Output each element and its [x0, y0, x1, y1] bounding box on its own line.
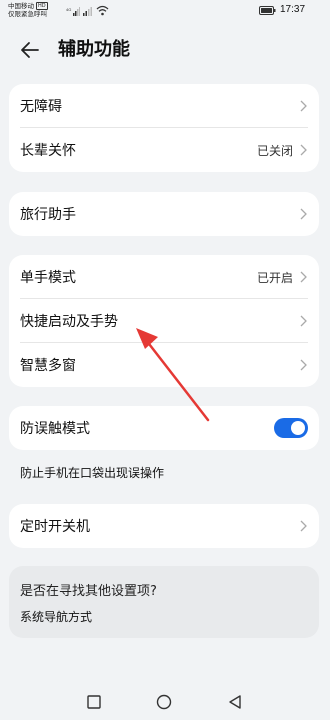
clock: 17:37 [280, 4, 306, 15]
hd-badge: HD [36, 2, 48, 10]
item-label: 定时开关机 [20, 519, 90, 535]
settings-group-gestures: 单手模式 已开启 快捷启动及手势 智慧多窗 [9, 255, 319, 387]
item-label: 防误触模式 [20, 421, 90, 437]
settings-item-elder-care[interactable]: 长辈关怀 已关闭 [9, 128, 319, 172]
signal-icon-secondary [83, 7, 92, 16]
status-bar: 中国移动 HD 仅限紧急呼叫 4G 17:37 [0, 0, 330, 24]
suggestion-card: 是否在寻找其他设置项? 系统导航方式 [9, 566, 319, 638]
chevron-right-icon [300, 144, 307, 156]
chevron-right-icon [300, 359, 307, 371]
toggle-knob [291, 421, 305, 435]
chevron-right-icon [300, 271, 307, 283]
accidental-touch-description: 防止手机在口袋出现误操作 [20, 466, 165, 480]
square-recent-icon[interactable] [87, 695, 101, 709]
settings-item-one-hand-mode[interactable]: 单手模式 已开启 [9, 255, 319, 299]
accidental-touch-toggle[interactable] [274, 418, 308, 438]
page-title: 辅助功能 [58, 39, 130, 60]
carrier-status: 仅限紧急呼叫 [8, 10, 47, 18]
suggestion-link[interactable]: 系统导航方式 [20, 608, 92, 625]
signal-icon: 4G [66, 7, 80, 16]
chevron-right-icon [300, 100, 307, 112]
system-nav-bar [0, 688, 330, 720]
chevron-right-icon [300, 315, 307, 327]
item-label: 单手模式 [20, 270, 76, 286]
settings-item-scheduled-power[interactable]: 定时开关机 [9, 504, 319, 548]
settings-group-accessibility: 无障碍 长辈关怀 已关闭 [9, 84, 319, 172]
item-label: 长辈关怀 [20, 143, 76, 159]
settings-item-travel-assistant[interactable]: 旅行助手 [9, 192, 319, 236]
item-label: 快捷启动及手势 [20, 314, 118, 330]
arrow-left-icon[interactable] [18, 38, 42, 62]
settings-item-accessibility[interactable]: 无障碍 [9, 84, 319, 128]
carrier-info: 中国移动 HD 仅限紧急呼叫 [8, 2, 48, 18]
item-label: 旅行助手 [20, 207, 76, 223]
suggestion-title: 是否在寻找其他设置项? [20, 584, 157, 599]
battery-icon [259, 6, 276, 15]
settings-group-travel: 旅行助手 [9, 192, 319, 236]
circle-home-icon[interactable] [156, 694, 172, 710]
chevron-right-icon [300, 520, 307, 532]
carrier-name: 中国移动 [8, 2, 34, 10]
item-label: 智慧多窗 [20, 358, 76, 374]
settings-item-accidental-touch: 防误触模式 [9, 406, 319, 450]
settings-group-schedule: 定时开关机 [9, 504, 319, 548]
triangle-back-icon[interactable] [227, 694, 243, 710]
item-value: 已开启 [256, 270, 293, 285]
signal-label: 4G [66, 7, 71, 12]
item-label: 无障碍 [20, 99, 62, 115]
page-header: 辅助功能 [0, 30, 330, 70]
item-value: 已关闭 [256, 143, 293, 158]
settings-group-pocket-mode: 防误触模式 [9, 406, 319, 450]
settings-item-smart-multiwindow[interactable]: 智慧多窗 [9, 343, 319, 387]
settings-item-shortcuts-gestures[interactable]: 快捷启动及手势 [9, 299, 319, 343]
wifi-icon [96, 5, 109, 16]
chevron-right-icon [300, 208, 307, 220]
